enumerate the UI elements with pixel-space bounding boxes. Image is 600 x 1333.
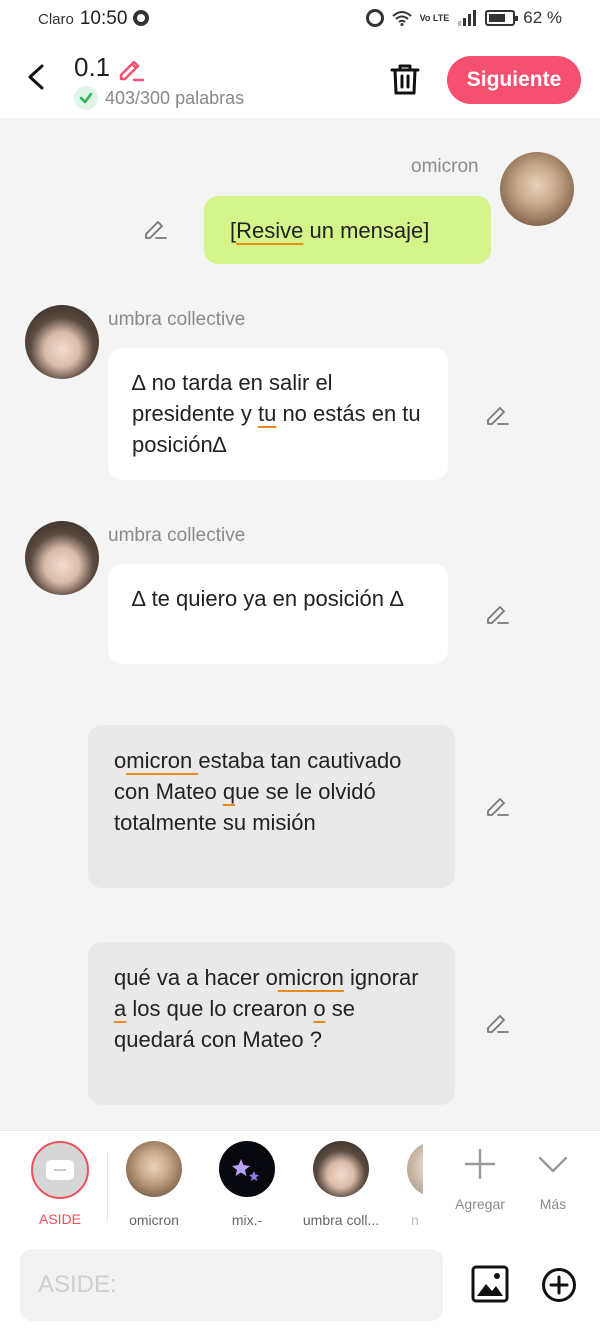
text-segment: ∆ te quiero ya en posición ∆: [132, 586, 404, 611]
alarm-icon: [365, 9, 384, 27]
character-aside[interactable]: ASIDE: [12, 1141, 108, 1227]
edit-message-icon[interactable]: [484, 402, 510, 428]
editor-header: 0.1 403/300 palabras Siguiente: [0, 38, 600, 118]
character-omicron[interactable]: omicron: [106, 1141, 202, 1228]
avatar-omicron[interactable]: [500, 152, 574, 226]
edit-message-icon[interactable]: [142, 216, 168, 242]
carrier-label: Claro: [38, 11, 74, 28]
sender-name: umbra collective: [108, 525, 246, 546]
more-button[interactable]: Más: [518, 1147, 588, 1212]
character-umbra-collective[interactable]: umbra coll...: [293, 1141, 389, 1228]
message-text: [Resive un mensaje]: [230, 215, 429, 246]
edit-title-icon[interactable]: [116, 54, 145, 82]
message-bubble[interactable]: [Resive un mensaje]: [204, 196, 491, 264]
chapter-title: 0.1: [74, 52, 111, 82]
avatar-umbra-collective[interactable]: [25, 305, 99, 379]
character-mix[interactable]: mix.-: [199, 1141, 295, 1228]
narration-bubble[interactable]: omicron estaba tan cautivado con Mateo q…: [88, 725, 455, 888]
pinterest-icon: [133, 10, 150, 26]
character-label: omicron: [129, 1212, 179, 1228]
add-character-button[interactable]: Agregar: [445, 1147, 515, 1212]
add-circle-icon[interactable]: [541, 1267, 577, 1303]
spellcheck-word: micron: [277, 965, 344, 990]
spellcheck-word: o: [313, 996, 326, 1021]
text-segment: un mensaje]: [303, 217, 430, 243]
chat-area[interactable]: omicron [Resive un mensaje] umbra collec…: [0, 118, 600, 1130]
message-text: omicron estaba tan cautivado con Mateo q…: [114, 748, 401, 835]
character-label: mix.-: [231, 1212, 263, 1228]
battery-level: 62 %: [523, 8, 562, 27]
status-bar: Claro 10:50 Vo LTE 62 %: [0, 0, 600, 38]
spellcheck-word: Resive: [236, 217, 304, 243]
trash-icon[interactable]: [389, 62, 421, 96]
text-segment: qué va a hacer o: [114, 965, 278, 990]
aside-avatar: [31, 1141, 89, 1199]
avatar-mix: [219, 1141, 275, 1197]
edit-message-icon[interactable]: [484, 1010, 510, 1036]
volte-label: Vo LTE: [419, 12, 450, 23]
message-input[interactable]: [20, 1249, 443, 1321]
character-label: umbra coll...: [302, 1212, 380, 1228]
edit-message-icon[interactable]: [484, 793, 510, 819]
sender-name: umbra collective: [108, 309, 246, 330]
clock: 10:50: [79, 8, 128, 29]
message-text: ∆ no tarda en salir el presidente y tu n…: [132, 370, 421, 457]
character-label: n: [411, 1212, 419, 1228]
signal-icon: [458, 10, 477, 26]
battery-icon: [485, 10, 519, 26]
spellcheck-word: micron: [126, 748, 199, 773]
word-count-row: 403/300 palabras: [74, 86, 244, 110]
spellcheck-word: a: [114, 996, 127, 1021]
next-button[interactable]: Siguiente: [447, 56, 581, 104]
aside-icon: [46, 1160, 74, 1180]
edit-message-icon[interactable]: [484, 601, 510, 627]
spellcheck-word: tu: [257, 401, 277, 426]
input-bar: [0, 1238, 600, 1333]
chevron-down-icon: [538, 1156, 568, 1173]
message-bubble[interactable]: ∆ te quiero ya en posición ∆: [108, 564, 448, 664]
back-arrow-icon[interactable]: [24, 62, 50, 92]
character-bar: ASIDE omicron mix.- umbra coll... n Agre…: [0, 1130, 600, 1238]
avatar-umbra-collective[interactable]: [25, 521, 99, 595]
plus-icon: [464, 1148, 496, 1180]
more-label: Más: [539, 1196, 567, 1212]
message-bubble[interactable]: ∆ no tarda en salir el presidente y tu n…: [108, 348, 448, 480]
avatar-partial: [407, 1141, 423, 1197]
check-icon: [74, 86, 98, 110]
character-label: ASIDE: [38, 1211, 81, 1227]
word-count: 403/300 palabras: [105, 87, 245, 108]
title-row: 0.1: [74, 52, 244, 83]
message-text: qué va a hacer omicron ignorar a los que…: [114, 965, 419, 1052]
spellcheck-word: q: [222, 779, 236, 804]
character-partial[interactable]: n: [393, 1141, 423, 1228]
image-icon[interactable]: [471, 1265, 509, 1303]
avatar-umbra-collective: [313, 1141, 369, 1197]
text-segment: o: [114, 748, 127, 773]
status-left: Claro 10:50: [38, 8, 150, 30]
add-label: Agregar: [455, 1196, 505, 1212]
wifi-icon: [391, 11, 412, 26]
message-text: ∆ te quiero ya en posición ∆: [132, 586, 404, 611]
avatar-omicron: [126, 1141, 182, 1197]
sender-name: omicron: [411, 156, 479, 177]
status-right: Vo LTE 62 %: [365, 8, 562, 28]
text-segment: los que lo crearon: [126, 996, 314, 1021]
text-segment: ignorar: [343, 965, 419, 990]
stars-icon: [232, 1159, 259, 1181]
narration-bubble[interactable]: qué va a hacer omicron ignorar a los que…: [88, 942, 455, 1105]
title-block: 0.1 403/300 palabras: [74, 52, 244, 110]
